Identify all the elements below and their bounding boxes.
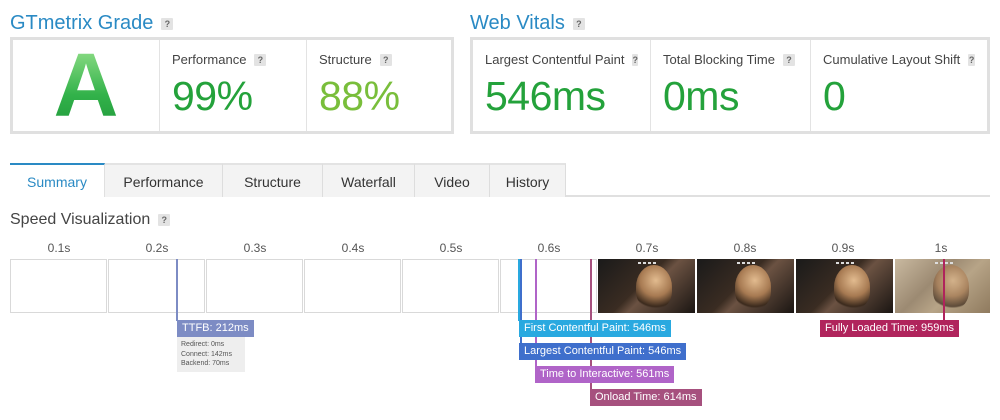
structure-label-row: Structure ? bbox=[319, 52, 439, 67]
lcp-help-icon[interactable]: ? bbox=[632, 53, 638, 66]
onload-marker: Onload Time: 614ms bbox=[590, 389, 702, 406]
filmstrip-frame-screenshot[interactable] bbox=[697, 259, 794, 313]
tab-structure[interactable]: Structure bbox=[223, 163, 323, 197]
web-vitals-title: Web Vitals ? bbox=[470, 12, 585, 35]
performance-value: 99% bbox=[172, 73, 253, 119]
cls-help-icon[interactable]: ? bbox=[968, 53, 975, 66]
filmstrip-frame[interactable] bbox=[10, 259, 107, 313]
ttfb-breakdown: Redirect: 0ms Connect: 142ms Backend: 70… bbox=[177, 337, 245, 372]
page-nav-decoration bbox=[737, 262, 757, 264]
tick-label: 0.6s bbox=[537, 241, 561, 255]
fully-loaded-marker: Fully Loaded Time: 959ms bbox=[820, 320, 960, 337]
cls-label-row: Cumulative Layout Shift ? bbox=[823, 52, 975, 67]
ttfb-marker: TTFB: 212ms bbox=[177, 320, 254, 337]
structure-label: Structure bbox=[319, 52, 372, 67]
web-vitals-panel: Largest Contentful Paint ? 546ms Total B… bbox=[470, 37, 990, 134]
tab-waterfall[interactable]: Waterfall bbox=[323, 163, 415, 197]
tick-label: 0.7s bbox=[635, 241, 659, 255]
tab-video[interactable]: Video bbox=[415, 163, 490, 197]
page-nav-decoration bbox=[836, 262, 856, 264]
tti-marker: Time to Interactive: 561ms bbox=[535, 366, 675, 383]
lcp-value: 546ms bbox=[485, 73, 606, 119]
performance-label-row: Performance ? bbox=[172, 52, 294, 67]
ttfb-connect: Connect: 142ms bbox=[181, 350, 232, 358]
tick-label: 0.3s bbox=[243, 241, 267, 255]
page-nav-decoration bbox=[638, 262, 658, 264]
tbt-label-row: Total Blocking Time ? bbox=[663, 52, 798, 67]
tab-performance[interactable]: Performance bbox=[105, 163, 223, 197]
performance-help-icon[interactable]: ? bbox=[254, 53, 267, 66]
structure-value: 88% bbox=[319, 73, 400, 119]
filmstrip-frame[interactable] bbox=[206, 259, 303, 313]
filmstrip-frame[interactable] bbox=[304, 259, 401, 313]
gtmetrix-grade-heading: GTmetrix Grade bbox=[10, 12, 154, 34]
tick-label: 0.5s bbox=[439, 241, 463, 255]
page-hero-image bbox=[933, 265, 969, 309]
structure-help-icon[interactable]: ? bbox=[379, 53, 392, 66]
performance-cell: Performance ? 99% bbox=[160, 40, 307, 131]
gtmetrix-grade-panel: A Performance ? 99% Structure ? 88% bbox=[10, 37, 454, 134]
page-hero-image bbox=[735, 265, 771, 309]
tick-label: 0.9s bbox=[831, 241, 855, 255]
lcp-marker: Largest Contentful Paint: 546ms bbox=[519, 343, 687, 360]
vitals-help-icon[interactable]: ? bbox=[572, 17, 585, 30]
grade-letter-cell: A bbox=[13, 40, 160, 131]
fully-loaded-line bbox=[943, 259, 945, 321]
tick-label: 0.8s bbox=[733, 241, 757, 255]
lcp-cell: Largest Contentful Paint ? 546ms bbox=[473, 40, 651, 131]
cls-label: Cumulative Layout Shift bbox=[823, 52, 961, 67]
performance-label: Performance bbox=[172, 52, 247, 67]
tick-label: 0.4s bbox=[341, 241, 365, 255]
tab-summary[interactable]: Summary bbox=[10, 163, 105, 197]
lcp-label: Largest Contentful Paint bbox=[485, 52, 625, 67]
tbt-help-icon[interactable]: ? bbox=[783, 53, 795, 66]
speed-help-icon[interactable]: ? bbox=[158, 214, 171, 226]
tbt-value: 0ms bbox=[663, 73, 739, 119]
fcp-marker: First Contentful Paint: 546ms bbox=[519, 320, 671, 337]
web-vitals-heading: Web Vitals bbox=[470, 12, 565, 34]
cls-cell: Cumulative Layout Shift ? 0 bbox=[811, 40, 987, 131]
cls-value: 0 bbox=[823, 73, 846, 119]
speed-visualization-heading: Speed Visualization bbox=[10, 211, 151, 228]
structure-cell: Structure ? 88% bbox=[307, 40, 451, 131]
tbt-label: Total Blocking Time bbox=[663, 52, 775, 67]
ttfb-line bbox=[176, 259, 178, 321]
filmstrip-frame[interactable] bbox=[500, 259, 597, 313]
page-hero-image bbox=[834, 265, 870, 309]
lcp-label-row: Largest Contentful Paint ? bbox=[485, 52, 638, 67]
filmstrip-frame-screenshot[interactable] bbox=[796, 259, 893, 313]
grade-letter: A bbox=[53, 35, 119, 136]
tick-label: 0.2s bbox=[145, 241, 169, 255]
filmstrip-frame-screenshot[interactable] bbox=[598, 259, 695, 313]
tbt-cell: Total Blocking Time ? 0ms bbox=[651, 40, 811, 131]
filmstrip-frame[interactable] bbox=[108, 259, 205, 313]
tab-history[interactable]: History bbox=[490, 163, 566, 197]
tick-label: 1s bbox=[934, 241, 948, 255]
filmstrip-frame[interactable] bbox=[402, 259, 499, 313]
ttfb-redirect: Redirect: 0ms bbox=[181, 341, 225, 348]
gtmetrix-grade-title: GTmetrix Grade ? bbox=[10, 12, 174, 35]
page-nav-decoration bbox=[935, 262, 955, 264]
speed-visualization-title: Speed Visualization ? bbox=[10, 211, 171, 229]
grade-help-icon[interactable]: ? bbox=[161, 17, 174, 30]
tick-label: 0.1s bbox=[47, 241, 71, 255]
page-hero-image bbox=[636, 265, 672, 309]
report-tabs: Summary Performance Structure Waterfall … bbox=[10, 163, 990, 197]
ttfb-backend: Backend: 70ms bbox=[181, 360, 230, 367]
